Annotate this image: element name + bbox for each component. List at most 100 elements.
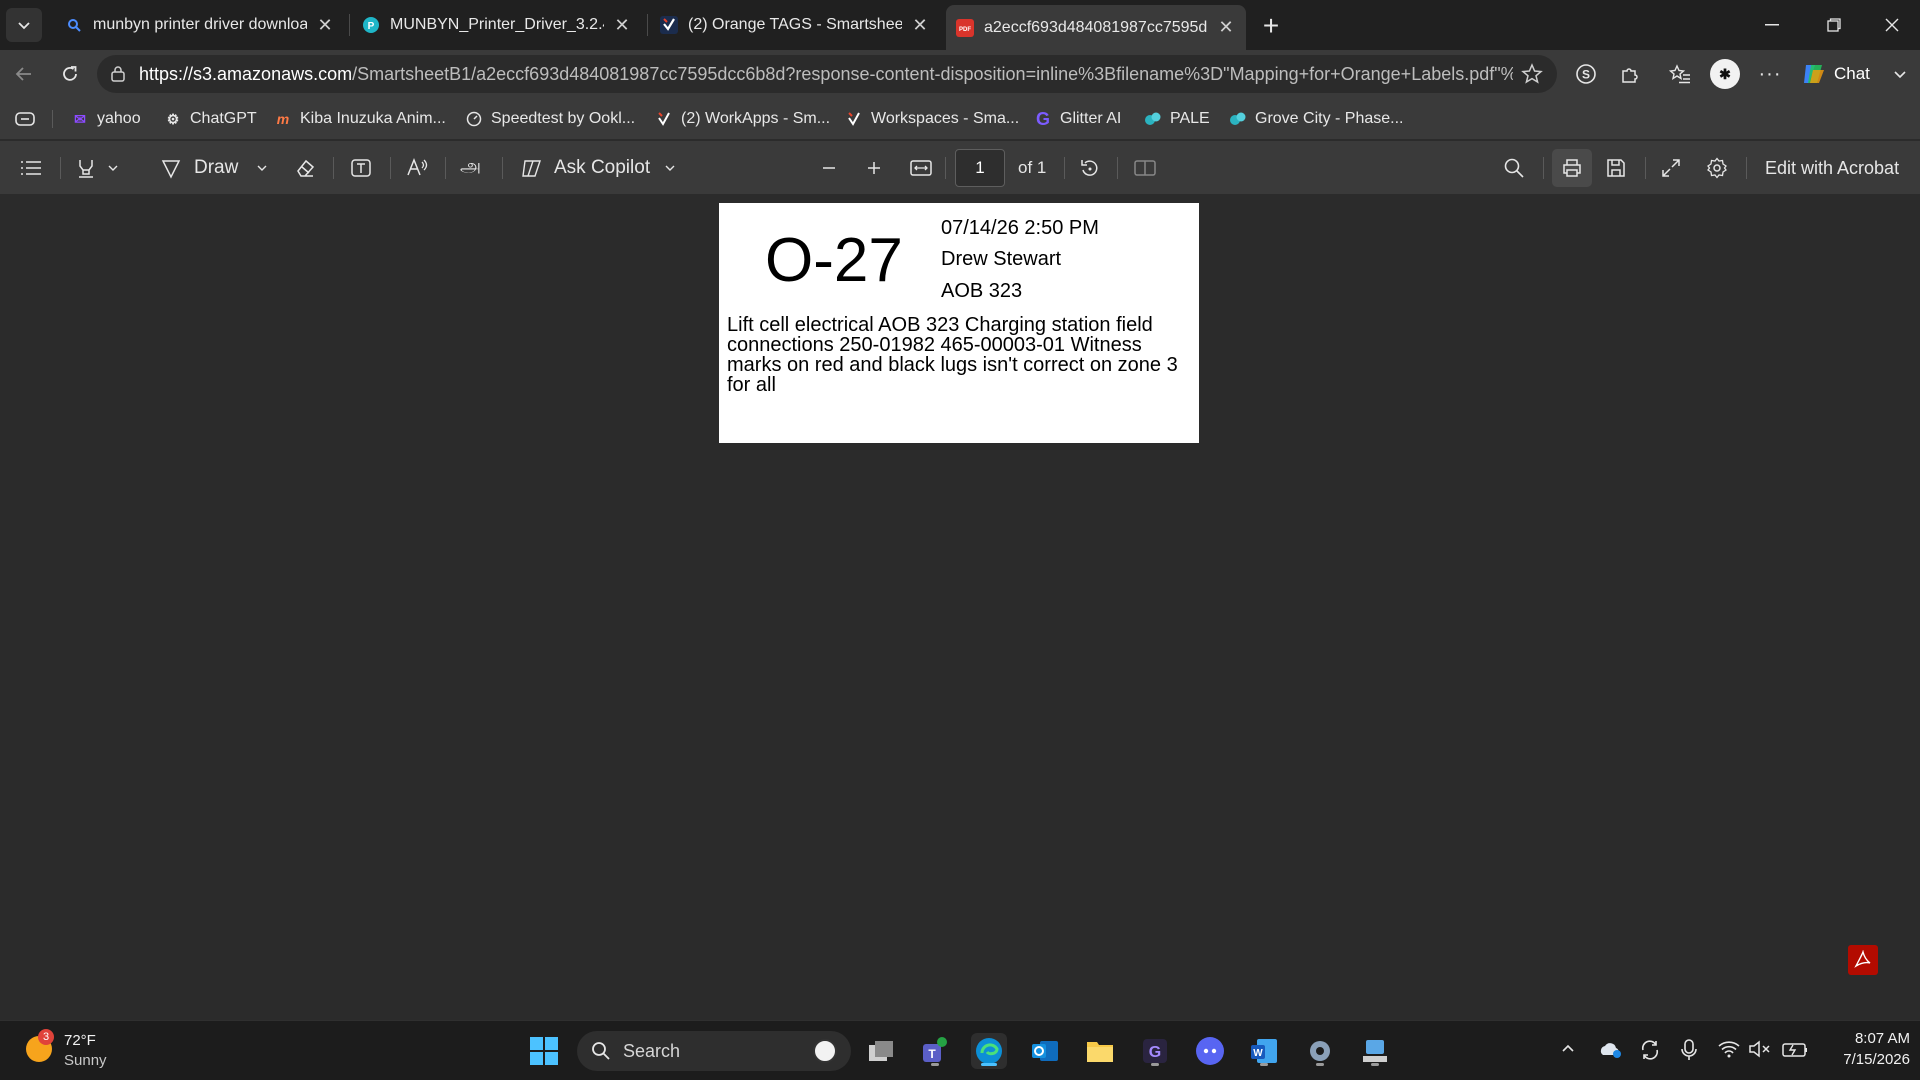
add-text-button[interactable] (350, 152, 372, 184)
minimize-button[interactable] (1752, 12, 1792, 38)
erase-button[interactable] (294, 152, 316, 184)
puzzle-icon (1622, 68, 1638, 83)
taskbar-discord[interactable] (1192, 1033, 1228, 1069)
running-indicator (1316, 1063, 1324, 1066)
fit-width-button[interactable] (910, 152, 932, 184)
new-tab-button[interactable]: + (1255, 10, 1287, 42)
save-button[interactable] (1605, 152, 1627, 184)
onedrive-icon[interactable] (1598, 1039, 1622, 1059)
zoom-in-button[interactable] (865, 152, 883, 184)
acrobat-icon[interactable] (1848, 945, 1878, 975)
collections-icon[interactable] (14, 109, 36, 129)
battery-icon[interactable] (1781, 1039, 1809, 1059)
folder-icon (1087, 1042, 1113, 1062)
microphone-icon[interactable] (1680, 1038, 1698, 1062)
bookmark-glitter[interactable]: G Glitter AI (1034, 107, 1121, 131)
sidebar-s-button[interactable]: S (1570, 58, 1602, 90)
tab-munbyn-search[interactable]: munbyn printer driver download - ✕ (55, 6, 345, 44)
volume-muted-icon[interactable] (1748, 1040, 1772, 1058)
find-button[interactable] (1503, 152, 1525, 184)
bookmark-workapps[interactable]: (2) WorkApps - Sm... (655, 107, 830, 131)
taskbar-search[interactable]: Search (577, 1031, 851, 1071)
toolbar-divider (390, 157, 391, 179)
favorites-button[interactable] (1664, 58, 1696, 90)
sync-icon[interactable] (1639, 1039, 1661, 1061)
rotate-button[interactable] (1078, 152, 1100, 184)
text-box-icon (351, 159, 371, 177)
bookmarks-bar: ✉ yahoo ⚙ ChatGPT m Kiba Inuzuka Anim... Sp… (0, 98, 1920, 140)
toolbar-divider (445, 157, 446, 179)
running-indicator (931, 1063, 939, 1066)
tab-pdf-active[interactable]: PDF a2eccf693d484081987cc7595dcc6 ✕ (946, 5, 1246, 50)
taskbar-glitter[interactable]: G (1137, 1033, 1173, 1069)
mail-icon: ✉ (74, 110, 86, 127)
taskbar-outlook[interactable] (1027, 1033, 1063, 1069)
ask-copilot-button[interactable]: Ask Copilot (520, 152, 676, 184)
wifi-icon[interactable] (1718, 1040, 1740, 1058)
address-bar[interactable]: https://s3.amazonaws.com/SmartsheetB1/a2… (97, 55, 1557, 93)
pdf-viewer: O-27 07/14/26 2:50 PM Drew Stewart AOB 3… (0, 194, 1920, 1020)
weather-widget[interactable]: 3 72°F Sunny (22, 1029, 132, 1073)
site-info-icon[interactable] (109, 65, 127, 83)
bookmark-speedtest[interactable]: Speedtest by Ookl... (465, 107, 635, 131)
bookmark-pale[interactable]: PALE (1144, 107, 1210, 131)
tab-orange-tags[interactable]: (2) Orange TAGS - Smartsheet.com ✕ (650, 6, 940, 44)
bookmark-yahoo[interactable]: ✉ yahoo (71, 107, 140, 131)
page-number-input[interactable]: 1 (955, 149, 1005, 187)
back-button[interactable] (8, 58, 40, 90)
taskbar-teams[interactable]: T (917, 1033, 953, 1069)
print-button[interactable] (1552, 149, 1592, 187)
taskbar-settings[interactable] (1302, 1033, 1338, 1069)
copilot-chat-button[interactable]: Chat (1800, 58, 1870, 90)
bookmark-chatgpt[interactable]: ⚙ ChatGPT (164, 107, 257, 131)
close-icon[interactable]: ✕ (910, 15, 930, 35)
tab-munbyn-driver[interactable]: P MUNBYN_Printer_Driver_3.2.4.530. ✕ (352, 6, 642, 44)
taskbar-edge[interactable] (971, 1033, 1007, 1069)
close-icon[interactable]: ✕ (612, 15, 632, 35)
chat-dropdown-button[interactable] (1884, 58, 1916, 90)
close-icon[interactable]: ✕ (1216, 17, 1236, 38)
taskbar-network-app[interactable] (1357, 1033, 1393, 1069)
favorite-star-icon[interactable] (1521, 63, 1543, 85)
bookmark-label: Grove City - Phase... (1255, 110, 1404, 127)
eraser-icon (297, 159, 315, 177)
bookmark-kiba[interactable]: m Kiba Inuzuka Anim... (274, 107, 446, 131)
restore-button[interactable] (1814, 12, 1854, 38)
close-window-button[interactable] (1872, 12, 1912, 38)
settings-button[interactable] (1706, 152, 1728, 184)
profile-button[interactable]: ✱ (1709, 58, 1741, 90)
bookmark-workspaces[interactable]: Workspaces - Sma... (845, 107, 1019, 131)
taskbar-file-explorer[interactable] (1082, 1033, 1118, 1069)
tab-divider (647, 14, 648, 36)
fullscreen-button[interactable] (1660, 152, 1682, 184)
running-indicator (1260, 1063, 1268, 1066)
extensions-button[interactable] (1614, 58, 1646, 90)
close-icon[interactable]: ✕ (315, 15, 335, 35)
running-indicator (1151, 1063, 1159, 1066)
translate-button[interactable]: அ (460, 152, 481, 184)
refresh-button[interactable] (54, 58, 86, 90)
clock[interactable]: 8:07 AM 7/15/2026 (1810, 1030, 1910, 1068)
taskbar-word[interactable]: W (1246, 1033, 1282, 1069)
search-label: Search (623, 1040, 681, 1061)
bookmark-label: (2) WorkApps - Sm... (681, 110, 831, 127)
task-view-button[interactable] (863, 1033, 899, 1069)
save-icon (1607, 159, 1625, 177)
bookmark-grove-city[interactable]: Grove City - Phase... (1229, 107, 1404, 131)
draw-button[interactable]: Draw (160, 152, 268, 184)
zoom-out-button[interactable] (820, 152, 838, 184)
read-aloud-button[interactable] (406, 152, 430, 184)
word-icon: W (1251, 1039, 1277, 1063)
highlight-button[interactable] (75, 152, 119, 184)
more-menu-button[interactable]: ··· (1754, 58, 1786, 90)
chevron-down-icon (257, 165, 267, 171)
restore-icon (1827, 18, 1841, 32)
url-text[interactable]: https://s3.amazonaws.com/SmartsheetB1/a2… (139, 64, 1513, 85)
outlook-icon (1032, 1041, 1058, 1061)
tab-list-button[interactable] (6, 8, 42, 42)
edit-with-acrobat-button[interactable]: Edit with Acrobat (1765, 152, 1899, 184)
start-button[interactable] (526, 1033, 562, 1069)
contents-button[interactable] (20, 152, 42, 184)
page-view-button[interactable] (1134, 152, 1156, 184)
show-hidden-icons-button[interactable] (1560, 1041, 1576, 1057)
